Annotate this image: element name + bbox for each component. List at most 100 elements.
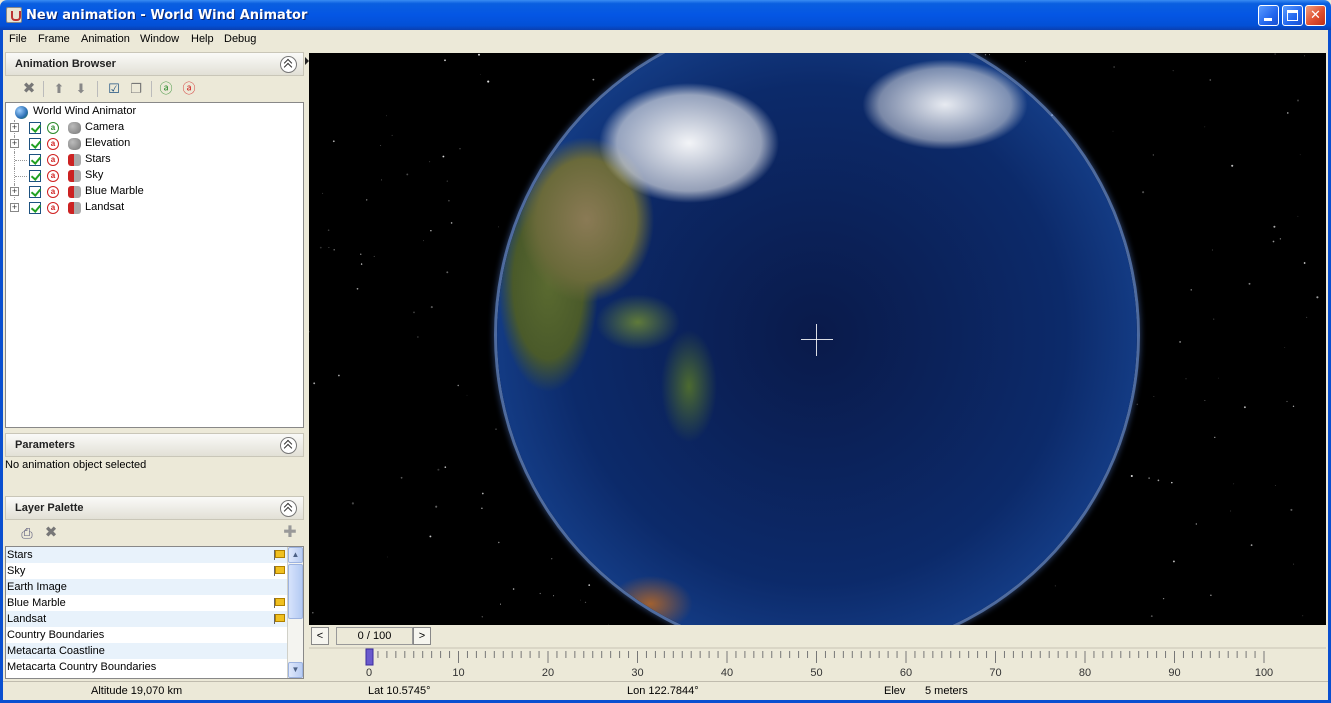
tree-item-sky[interactable]: a Sky <box>6 168 303 184</box>
collapse-animation-browser-button[interactable] <box>280 56 297 73</box>
sky-checkbox[interactable] <box>29 170 41 182</box>
parameters-title: Parameters <box>15 439 75 451</box>
check-all-icon[interactable]: ☑ <box>107 82 121 96</box>
animate-icon[interactable]: a <box>47 186 59 198</box>
expand-icon[interactable]: + <box>10 203 19 212</box>
globe-viewport[interactable] <box>309 53 1326 625</box>
title-bar[interactable]: New animation - World Wind Animator ✕ <box>0 0 1331 30</box>
layer-item-label: Metacarta Country Boundaries <box>7 661 157 673</box>
animation-tree[interactable]: World Wind Animator + a Camera + a Eleva… <box>5 102 304 428</box>
animation-browser-header[interactable]: Animation Browser <box>5 52 304 76</box>
blue-marble-checkbox[interactable] <box>29 186 41 198</box>
menu-frame[interactable]: Frame <box>38 33 70 45</box>
star <box>1152 154 1154 156</box>
add-layer-icon[interactable]: ✚ <box>283 525 297 541</box>
star <box>457 384 459 387</box>
layer-item-landsat[interactable]: Landsat <box>6 611 288 627</box>
animate-icon[interactable]: a <box>47 138 59 150</box>
remove-layer-icon[interactable]: ✖ <box>44 525 58 540</box>
menu-file[interactable]: File <box>9 33 27 45</box>
animate-icon[interactable]: a <box>47 170 59 182</box>
tree-root[interactable]: World Wind Animator <box>6 104 303 120</box>
star <box>1054 585 1056 587</box>
layer-item-blue-marble[interactable]: Blue Marble <box>6 595 288 611</box>
current-frame-marker[interactable] <box>365 648 374 666</box>
expand-icon[interactable]: + <box>10 187 19 196</box>
elevation-checkbox[interactable] <box>29 138 41 150</box>
layer-list[interactable]: Stars Sky Earth Image Blue Marble Landsa… <box>5 546 304 679</box>
parameters-header[interactable]: Parameters <box>5 433 304 457</box>
layer-item-label: Blue Marble <box>7 597 66 609</box>
scroll-thumb[interactable] <box>288 564 303 619</box>
tree-item-blue-marble[interactable]: + a Blue Marble <box>6 184 303 200</box>
star <box>984 54 987 56</box>
layer-list-scrollbar[interactable]: ▲ ▼ <box>287 547 303 678</box>
star <box>487 80 490 83</box>
animate-icon[interactable]: a <box>47 154 59 166</box>
menu-debug[interactable]: Debug <box>224 33 256 45</box>
tick-label: 90 <box>1168 667 1181 679</box>
star <box>1233 483 1235 485</box>
layer-item-sky[interactable]: Sky <box>6 563 288 579</box>
collapse-layer-palette-button[interactable] <box>280 500 297 517</box>
layer-item-stars[interactable]: Stars <box>6 547 288 563</box>
frame-counter[interactable]: 0 / 100 <box>336 627 413 645</box>
star <box>1025 61 1026 62</box>
landsat-checkbox[interactable] <box>29 202 41 214</box>
delete-icon[interactable]: ✖ <box>22 81 36 96</box>
tree-item-label: Landsat <box>85 201 125 213</box>
tree-item-landsat[interactable]: + a Landsat <box>6 200 303 216</box>
move-down-icon[interactable]: ⬇ <box>74 82 88 96</box>
star <box>592 78 595 81</box>
animation-browser-title: Animation Browser <box>15 58 116 70</box>
timeline-ruler[interactable]: 0 10 20 30 40 50 60 70 80 90 100 <box>309 647 1326 680</box>
layer-palette-header[interactable]: Layer Palette <box>5 496 304 520</box>
window-border-left <box>0 30 3 703</box>
star <box>498 541 500 544</box>
layer-item-metacarta-country-boundaries[interactable]: Metacarta Country Boundaries <box>6 659 288 675</box>
menu-help[interactable]: Help <box>191 33 214 45</box>
tree-item-elevation[interactable]: + a Elevation <box>6 136 303 152</box>
flag-icon <box>274 550 285 560</box>
collapse-parameters-button[interactable] <box>280 437 297 454</box>
star <box>313 382 316 385</box>
star <box>1210 594 1212 596</box>
star <box>309 331 310 333</box>
layer-icon <box>68 186 81 198</box>
next-frame-button[interactable]: > <box>413 627 431 645</box>
star <box>481 616 483 618</box>
stars-checkbox[interactable] <box>29 154 41 166</box>
scroll-down-button[interactable]: ▼ <box>288 662 303 678</box>
tree-root-label: World Wind Animator <box>33 105 137 117</box>
tick-label: 40 <box>720 667 734 679</box>
close-button[interactable]: ✕ <box>1305 5 1326 26</box>
previous-frame-button[interactable]: < <box>311 627 329 645</box>
maximize-button[interactable] <box>1282 5 1303 26</box>
animate-on-icon[interactable]: ⓐ <box>159 82 173 96</box>
animate-icon[interactable]: a <box>47 122 59 134</box>
layer-item-label: Metacarta Coastline <box>7 645 105 657</box>
layer-item-country-boundaries[interactable]: Country Boundaries <box>6 627 288 643</box>
java-app-icon[interactable] <box>6 7 22 23</box>
animate-off-icon[interactable]: ⓐ <box>182 82 196 96</box>
layer-item-earth-image[interactable]: Earth Image <box>6 579 288 595</box>
expand-icon[interactable]: + <box>10 139 19 148</box>
star <box>1306 316 1308 318</box>
expand-icon[interactable]: + <box>10 123 19 132</box>
import-layer-icon[interactable]: ⎙ <box>20 526 34 540</box>
layer-item-metacarta-coastline[interactable]: Metacarta Coastline <box>6 643 288 659</box>
scroll-up-button[interactable]: ▲ <box>288 547 303 563</box>
tree-item-camera[interactable]: + a Camera <box>6 120 303 136</box>
move-up-icon[interactable]: ⬆ <box>52 82 66 96</box>
star <box>1302 615 1304 617</box>
tree-line <box>15 176 27 177</box>
menu-animation[interactable]: Animation <box>81 33 130 45</box>
animate-icon[interactable]: a <box>47 202 59 214</box>
uncheck-all-icon[interactable]: ❐ <box>129 82 143 96</box>
minimize-button[interactable] <box>1258 5 1279 26</box>
tree-item-stars[interactable]: a Stars <box>6 152 303 168</box>
camera-checkbox[interactable] <box>29 122 41 134</box>
star <box>444 466 447 468</box>
parameters-empty-text: No animation object selected <box>5 459 147 471</box>
menu-window[interactable]: Window <box>140 33 179 45</box>
